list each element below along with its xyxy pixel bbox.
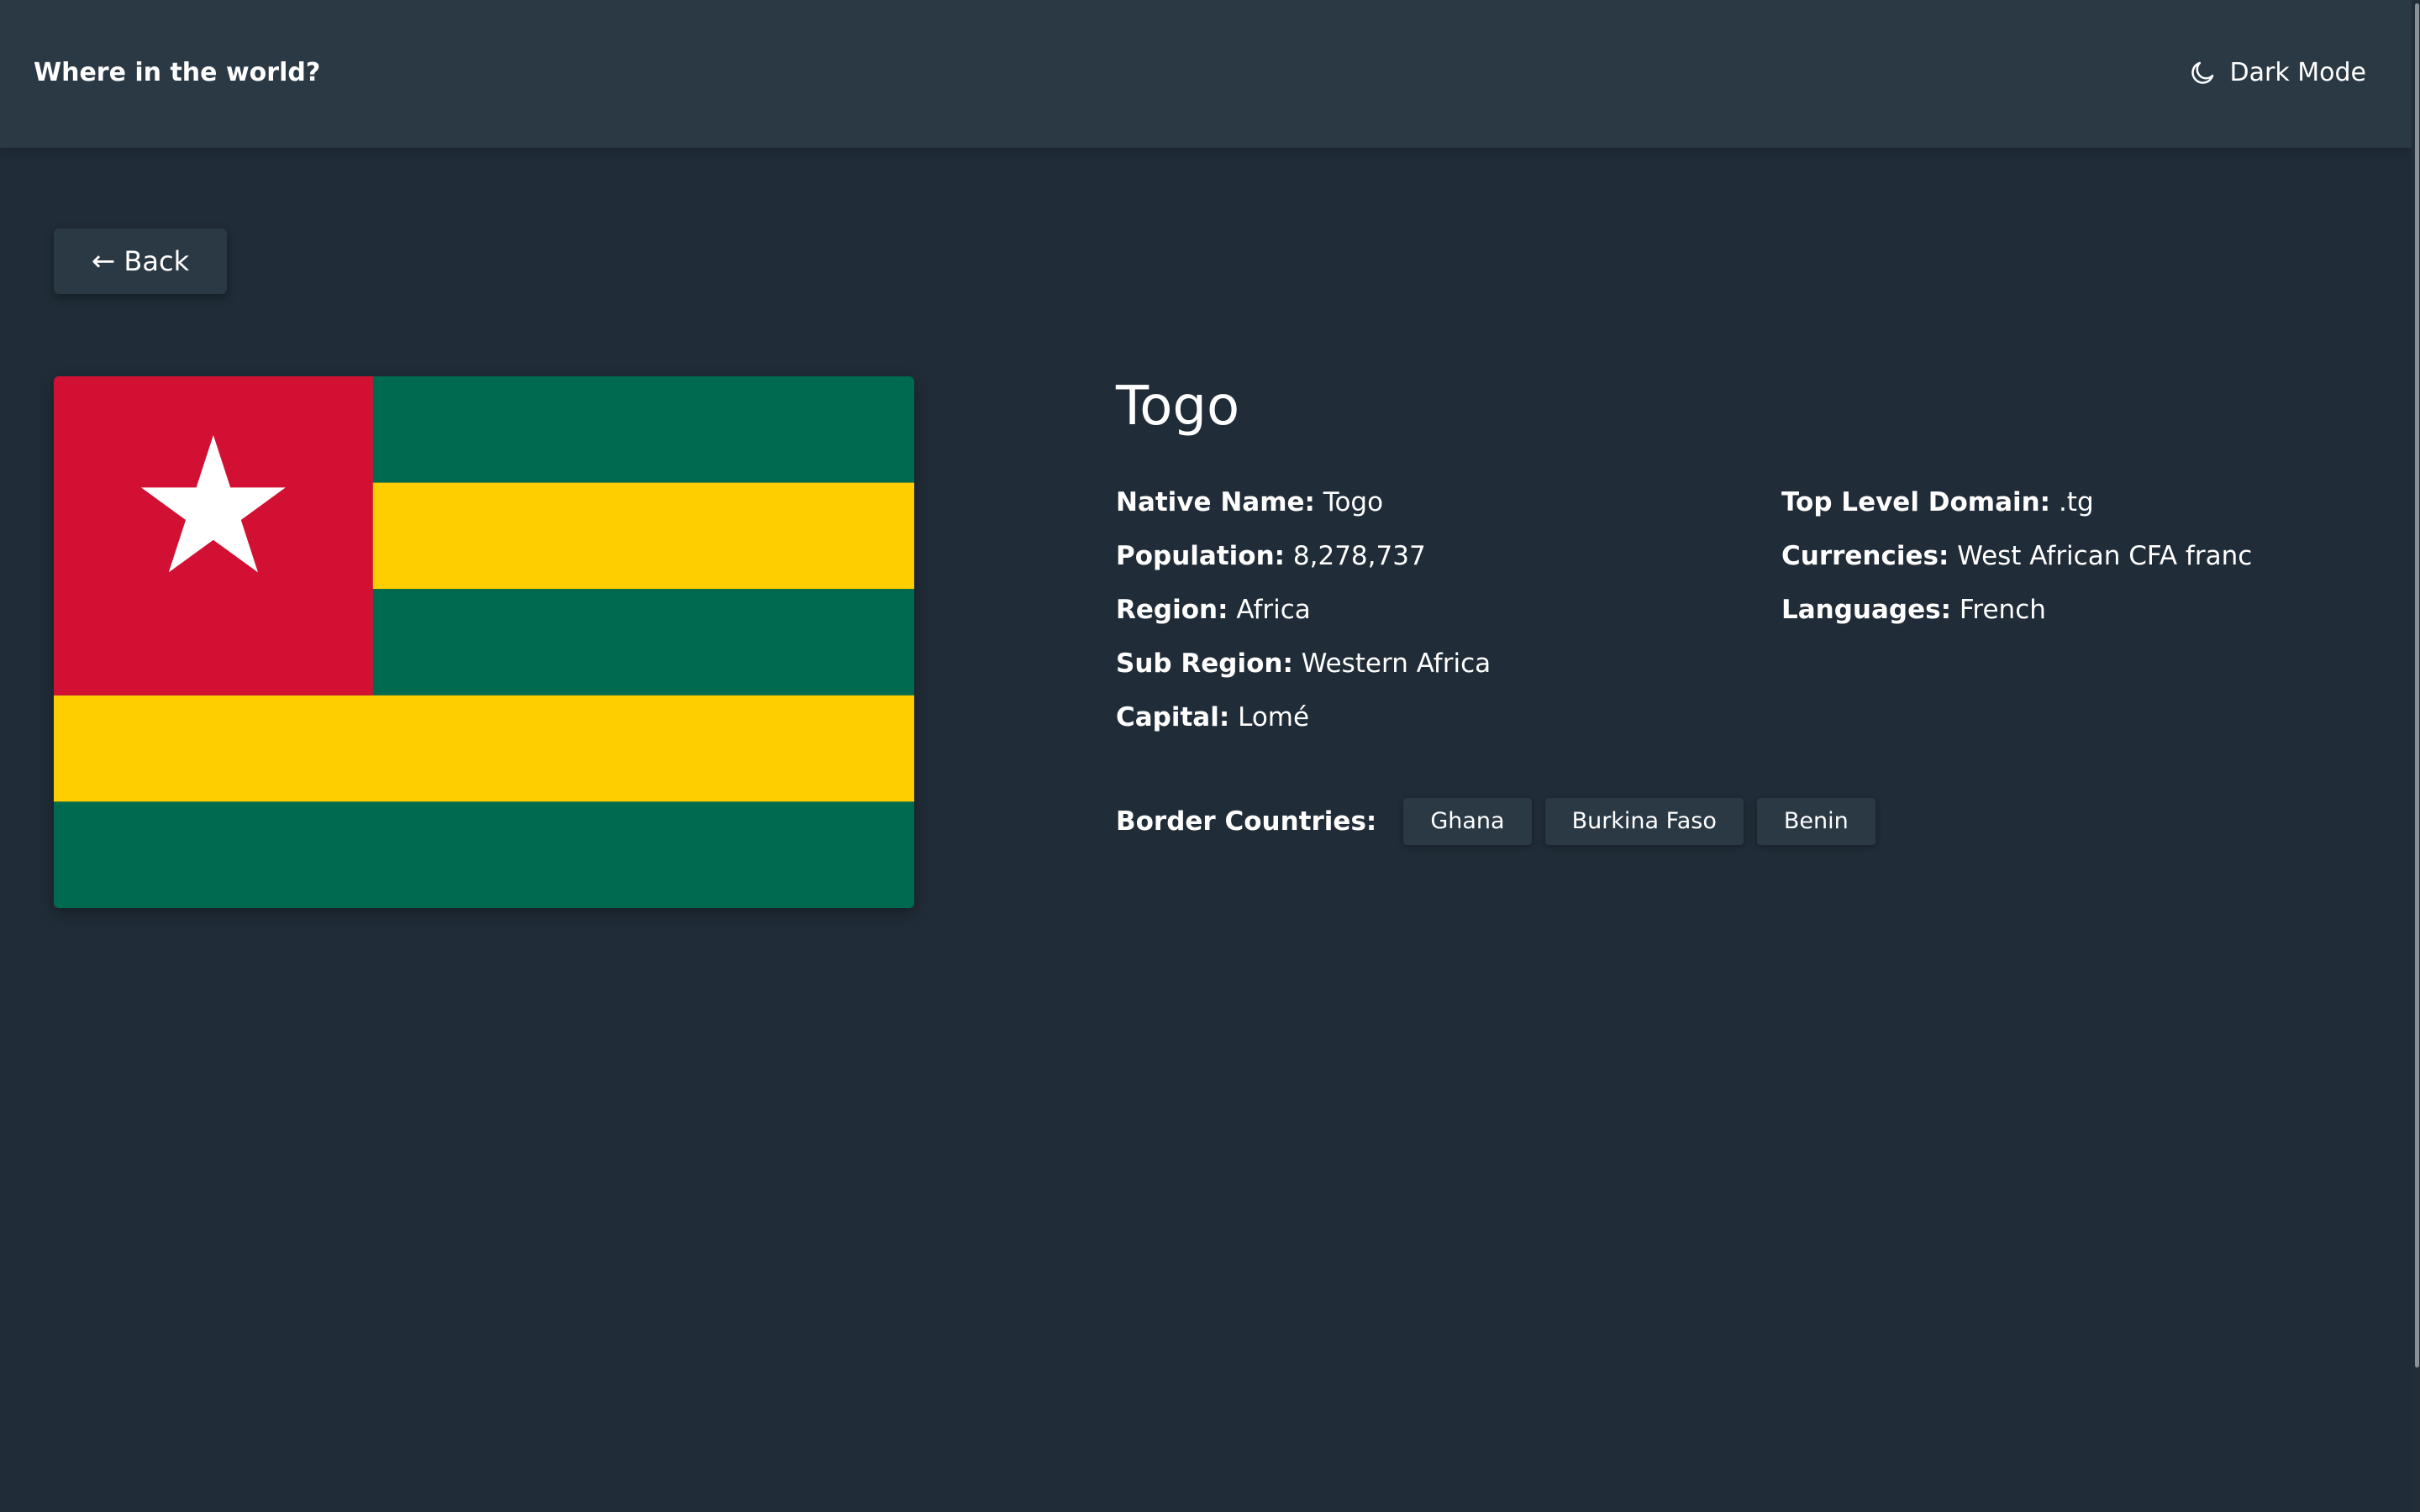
- border-countries: Border Countries: Ghana Burkina Faso Ben…: [1116, 798, 1889, 845]
- region-line: Region: Africa: [1116, 583, 1491, 637]
- back-button[interactable]: ← Back: [54, 228, 227, 294]
- capital-label: Capital:: [1116, 702, 1230, 732]
- top-level-domain-value: .tg: [2058, 487, 2094, 517]
- page-scrollbar[interactable]: [2412, 0, 2420, 1512]
- dark-mode-label: Dark Mode: [2229, 58, 2366, 87]
- top-level-domain-label: Top Level Domain:: [1781, 487, 2051, 517]
- border-country-button[interactable]: Ghana: [1403, 798, 1532, 845]
- capital-value: Lomé: [1238, 702, 1310, 732]
- border-country-label: Ghana: [1430, 808, 1505, 834]
- info-column-right: Top Level Domain: .tg Currencies: West A…: [1781, 475, 2252, 637]
- country-flag: [54, 376, 914, 908]
- moon-icon: [2191, 61, 2213, 84]
- border-country-label: Burkina Faso: [1571, 808, 1717, 834]
- info-columns: Native Name: Togo Population: 8,278,737 …: [1116, 475, 2360, 744]
- population-value: 8,278,737: [1292, 541, 1426, 571]
- native-name-line: Native Name: Togo: [1116, 475, 1491, 529]
- border-country-label: Benin: [1783, 808, 1849, 834]
- currencies-line: Currencies: West African CFA franc: [1781, 529, 2252, 583]
- capital-line: Capital: Lomé: [1116, 690, 1491, 744]
- top-header: Where in the world? Dark Mode: [0, 0, 2412, 148]
- currencies-label: Currencies:: [1781, 541, 1949, 571]
- population-line: Population: 8,278,737: [1116, 529, 1491, 583]
- app-title: Where in the world?: [34, 58, 321, 87]
- sub-region-value: Western Africa: [1301, 648, 1491, 679]
- arrow-left-icon: ←: [91, 244, 116, 278]
- top-level-domain-line: Top Level Domain: .tg: [1781, 475, 2252, 529]
- togo-flag: [54, 376, 914, 908]
- border-country-button[interactable]: Benin: [1756, 798, 1876, 845]
- back-button-label: Back: [124, 245, 190, 277]
- dark-mode-toggle[interactable]: Dark Mode: [2188, 50, 2366, 96]
- border-countries-label: Border Countries:: [1116, 806, 1377, 837]
- flag-stripe-yellow: [54, 695, 914, 802]
- languages-value: French: [1959, 595, 2046, 625]
- languages-label: Languages:: [1781, 595, 1951, 625]
- currencies-value: West African CFA franc: [1957, 541, 2253, 571]
- info-column-left: Native Name: Togo Population: 8,278,737 …: [1116, 475, 1491, 744]
- border-country-button[interactable]: Burkina Faso: [1544, 798, 1744, 845]
- scrollbar-thumb[interactable]: [2415, 3, 2419, 1368]
- flag-stripe-green: [54, 801, 914, 908]
- native-name-label: Native Name:: [1116, 487, 1315, 517]
- native-name-value: Togo: [1323, 487, 1384, 517]
- population-label: Population:: [1116, 541, 1286, 571]
- sub-region-label: Sub Region:: [1116, 648, 1293, 679]
- sub-region-line: Sub Region: Western Africa: [1116, 637, 1491, 690]
- region-value: Africa: [1236, 595, 1311, 625]
- region-label: Region:: [1116, 595, 1228, 625]
- country-details: Togo Native Name: Togo Population: 8,278…: [1116, 370, 2360, 845]
- languages-line: Languages: French: [1781, 583, 2252, 637]
- country-name: Togo: [1116, 375, 1240, 438]
